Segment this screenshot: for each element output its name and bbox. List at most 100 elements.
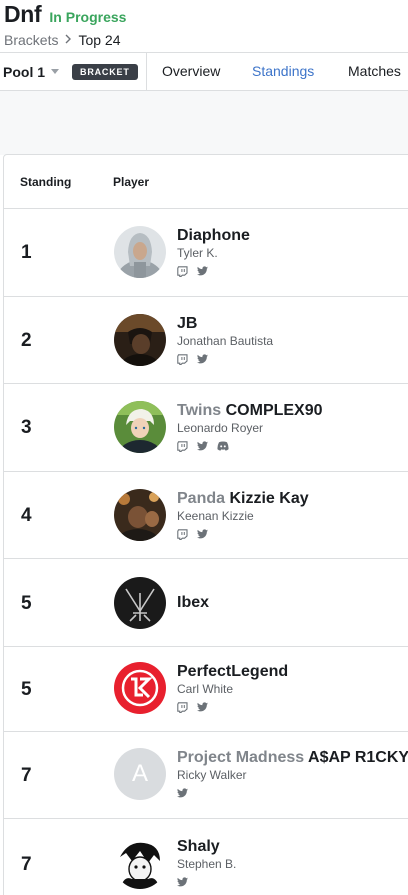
player-info: JB Jonathan Bautista: [177, 314, 273, 365]
player-info: Twins COMPLEX90 Leonardo Royer: [177, 401, 323, 452]
avatar[interactable]: [114, 577, 166, 629]
pool-selector[interactable]: Pool 1 BRACKET: [3, 53, 138, 90]
social-links: [177, 876, 236, 888]
twitter-icon[interactable]: [197, 529, 208, 539]
table-row[interactable]: 3 Twins COMPLEX90 Leonardo Royer: [4, 384, 408, 472]
breadcrumb-brackets-link[interactable]: Brackets: [4, 31, 58, 49]
social-links: [177, 528, 309, 540]
twitch-icon[interactable]: [177, 265, 188, 277]
avatar[interactable]: [114, 314, 166, 366]
player-real-name: Stephen B.: [177, 857, 237, 871]
status-badge: In Progress: [49, 9, 127, 25]
player-real-name: Jonathan Bautista: [177, 334, 274, 348]
caret-down-icon[interactable]: [51, 69, 60, 74]
content-background: [0, 91, 408, 155]
twitter-icon[interactable]: [197, 441, 208, 451]
twitch-icon[interactable]: [177, 440, 188, 452]
standing-value: 1: [21, 242, 32, 263]
gamertag-text[interactable]: Kizzie Kay: [229, 490, 308, 507]
twitch-icon[interactable]: [177, 353, 188, 365]
standing-value: 7: [21, 765, 32, 786]
twitter-icon[interactable]: [177, 877, 188, 887]
standing-value: 3: [21, 417, 32, 438]
sponsor-prefix: Project Madness: [177, 749, 305, 766]
avatar[interactable]: [114, 401, 166, 453]
player-gamertag[interactable]: Ibex: [177, 593, 209, 612]
gamertag-text[interactable]: Diaphone: [177, 227, 250, 244]
twitter-icon[interactable]: [197, 354, 208, 364]
social-links: [177, 787, 408, 799]
tab-standings[interactable]: Standings: [252, 53, 314, 90]
twitch-icon[interactable]: [177, 701, 188, 713]
player-info: Diaphone Tyler K.: [177, 226, 250, 277]
standings-table: Standing Player 1 Diaphone Tyler K. 2 JB…: [3, 154, 408, 895]
standing-value: 5: [21, 679, 32, 700]
standing-value: 4: [21, 505, 32, 526]
table-row[interactable]: 2 JB Jonathan Bautista: [4, 297, 408, 384]
avatar-placeholder[interactable]: A: [114, 748, 166, 800]
social-links: [177, 353, 273, 365]
sponsor-prefix: Panda: [177, 490, 226, 507]
column-header-player: Player: [113, 175, 150, 189]
gamertag-text[interactable]: JB: [177, 315, 197, 332]
player-info: Panda Kizzie Kay Keenan Kizzie: [177, 489, 309, 540]
player-real-name: Ricky Walker: [177, 768, 247, 782]
gamertag-text[interactable]: Ibex: [177, 594, 209, 611]
gamertag-text[interactable]: Shaly: [177, 838, 220, 855]
player-gamertag[interactable]: Shaly: [177, 837, 236, 856]
table-row[interactable]: 5 PerfectLegend Carl White: [4, 647, 408, 732]
twitch-icon[interactable]: [177, 528, 188, 540]
social-links: [177, 440, 323, 452]
avatar-letter: A: [131, 760, 148, 787]
table-row[interactable]: 1 Diaphone Tyler K.: [4, 209, 408, 297]
twitter-icon[interactable]: [197, 702, 208, 712]
title-row: Dnf In Progress: [4, 0, 126, 28]
player-gamertag[interactable]: Project Madness A$AP R1CKY: [177, 748, 408, 767]
table-row[interactable]: 7 A Project Madness A$AP R1CKY Ricky Wal…: [4, 732, 408, 819]
tab-divider: [146, 53, 147, 90]
table-row[interactable]: 4 Panda Kizzie Kay Keenan Kizzie: [4, 472, 408, 559]
event-title[interactable]: Dnf: [4, 0, 42, 28]
avatar[interactable]: [114, 226, 166, 278]
avatar[interactable]: [114, 837, 166, 889]
breadcrumb-current: Top 24: [78, 32, 121, 48]
pool-label[interactable]: Pool 1: [3, 64, 45, 80]
gamertag-text[interactable]: A$AP R1CKY: [308, 749, 408, 766]
avatar[interactable]: [114, 662, 166, 714]
standing-value: 7: [21, 854, 32, 875]
standing-value: 2: [21, 330, 32, 351]
social-links: [177, 701, 288, 713]
discord-icon[interactable]: [217, 441, 229, 451]
tab-overview[interactable]: Overview: [162, 53, 220, 90]
player-info: Shaly Stephen B.: [177, 837, 236, 888]
table-row[interactable]: 7 Shaly Stephen B.: [4, 819, 408, 895]
gamertag-text[interactable]: COMPLEX90: [226, 402, 323, 419]
page-header: Dnf In Progress Brackets Top 24: [0, 0, 408, 52]
table-row[interactable]: 5 Ibex: [4, 559, 408, 647]
bracket-badge[interactable]: BRACKET: [72, 63, 138, 80]
sponsor-prefix: Twins: [177, 402, 222, 419]
tab-matches[interactable]: Matches: [348, 53, 401, 90]
player-info: Ibex: [177, 593, 209, 612]
player-info: PerfectLegend Carl White: [177, 662, 288, 713]
twitter-icon[interactable]: [177, 788, 188, 798]
gamertag-text[interactable]: PerfectLegend: [177, 663, 288, 680]
player-info: Project Madness A$AP R1CKY Ricky Walker: [177, 748, 408, 799]
standing-value: 5: [21, 593, 32, 614]
avatar[interactable]: [114, 489, 166, 541]
twitter-icon[interactable]: [197, 266, 208, 276]
player-gamertag[interactable]: Diaphone: [177, 226, 250, 245]
player-gamertag[interactable]: PerfectLegend: [177, 662, 288, 681]
player-gamertag[interactable]: Panda Kizzie Kay: [177, 489, 309, 508]
player-gamertag[interactable]: Twins COMPLEX90: [177, 401, 323, 420]
social-links: [177, 265, 250, 277]
tab-bar: Pool 1 BRACKET Overview Standings Matche…: [0, 52, 408, 91]
column-header-standing: Standing: [20, 175, 72, 189]
player-real-name: Tyler K.: [177, 246, 218, 260]
player-real-name: Carl White: [177, 682, 234, 696]
chevron-right-icon: [65, 31, 72, 49]
player-real-name: Leonardo Royer: [177, 421, 264, 435]
player-gamertag[interactable]: JB: [177, 314, 273, 333]
table-header: Standing Player: [4, 155, 408, 209]
player-real-name: Keenan Kizzie: [177, 509, 254, 523]
